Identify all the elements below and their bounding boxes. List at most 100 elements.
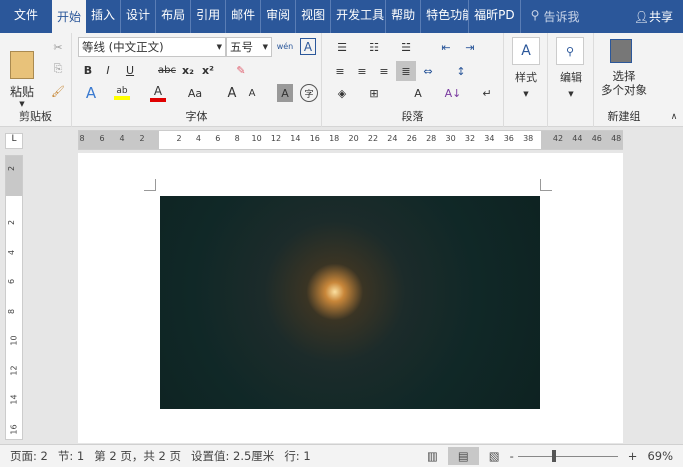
superscript-button[interactable]: x² bbox=[200, 61, 216, 79]
collapse-ribbon-icon[interactable]: ∧ bbox=[668, 111, 680, 123]
zoom-level[interactable]: 69% bbox=[647, 449, 673, 463]
shrink-font-button[interactable]: A bbox=[244, 83, 260, 103]
copy-icon[interactable]: ⎘ bbox=[48, 59, 68, 79]
tab-references[interactable]: 引用 bbox=[191, 0, 227, 33]
change-case-button[interactable]: Aa bbox=[184, 83, 206, 103]
char-shading-button[interactable]: A bbox=[277, 84, 293, 102]
highlight-color-bar bbox=[114, 96, 130, 100]
sparkler-photo[interactable] bbox=[160, 196, 540, 409]
italic-button[interactable]: I bbox=[100, 61, 116, 79]
format-painter-icon[interactable]: 🖌︎ bbox=[48, 81, 68, 101]
tab-review[interactable]: 审阅 bbox=[261, 0, 297, 33]
subscript-button[interactable]: x₂ bbox=[180, 61, 196, 79]
tab-file[interactable]: 文件 bbox=[0, 0, 52, 33]
find-icon[interactable]: ⚲ bbox=[556, 37, 584, 65]
justify-icon[interactable]: ≣ bbox=[396, 61, 416, 81]
ruler-tick-label: 18 bbox=[329, 134, 340, 143]
horizontal-ruler[interactable]: 8 6 4 2 2 4 6 8 10 12 14 16 18 20 22 24 26 28 30 32 34 36 38 42… bbox=[78, 130, 623, 150]
highlight-button[interactable]: ab bbox=[112, 83, 132, 103]
char-border-icon[interactable]: A bbox=[300, 38, 316, 55]
bold-button[interactable]: B bbox=[80, 61, 96, 79]
web-layout-icon[interactable]: ▧ bbox=[489, 449, 500, 463]
zoom-in-button[interactable]: + bbox=[628, 449, 638, 463]
status-setting[interactable]: 设置值: 2.5厘米 bbox=[191, 448, 274, 464]
styles-icon[interactable]: A bbox=[512, 37, 540, 65]
ruler-tick-label: 42 bbox=[552, 134, 564, 143]
tab-design[interactable]: 设计 bbox=[121, 0, 157, 33]
ruler-tick-label: 44 bbox=[572, 134, 583, 143]
shading-icon[interactable]: ◈ bbox=[330, 83, 354, 103]
vertical-scrollbar[interactable] bbox=[650, 153, 683, 443]
tab-mailings[interactable]: 邮件 bbox=[226, 0, 262, 33]
ruler-tick-label: 2 bbox=[7, 219, 17, 226]
zoom-slider[interactable] bbox=[517, 449, 618, 462]
zoom-out-button[interactable]: - bbox=[510, 449, 514, 463]
font-size-select[interactable]: 五号 ▼ bbox=[226, 37, 272, 57]
borders-icon[interactable]: ⊞ bbox=[362, 83, 386, 103]
enclose-chars-button[interactable]: 字 bbox=[300, 84, 318, 102]
strikethrough-button[interactable]: abc bbox=[156, 61, 178, 79]
phonetic-guide-icon[interactable]: wén bbox=[276, 36, 294, 56]
line-spacing-icon[interactable]: ↕ bbox=[448, 61, 474, 81]
clear-formatting-icon[interactable]: ✎ bbox=[232, 61, 250, 79]
ruler-tick-label: 20 bbox=[348, 134, 359, 143]
numbering-icon[interactable]: ☷ bbox=[362, 37, 386, 57]
grow-font-button[interactable]: A bbox=[224, 83, 240, 103]
select-objects-icon bbox=[610, 39, 632, 63]
text-effects-icon[interactable]: A bbox=[80, 83, 102, 103]
print-layout-icon[interactable]: ▤ bbox=[447, 447, 479, 465]
tell-me-search[interactable]: ⚲ 告诉我 bbox=[531, 8, 580, 25]
multilevel-list-icon[interactable]: ☱ bbox=[394, 37, 418, 57]
tab-layout[interactable]: 布局 bbox=[156, 0, 192, 33]
align-right-icon[interactable]: ≡ bbox=[374, 61, 394, 81]
vertical-ruler[interactable]: 2 2 4 6 8 10 12 14 16 bbox=[5, 155, 23, 440]
ruler-tick-label: 6 bbox=[99, 134, 105, 143]
asian-layout-icon[interactable]: A bbox=[406, 83, 430, 103]
ruler-tick-label: 8 bbox=[234, 134, 240, 143]
ruler-tick-label: 8 bbox=[79, 134, 85, 143]
tab-features[interactable]: 特色功能 bbox=[421, 0, 470, 33]
tab-developer[interactable]: 开发工具 bbox=[331, 0, 387, 33]
align-center-icon[interactable]: ≡ bbox=[352, 61, 372, 81]
clipboard-icon bbox=[10, 50, 34, 79]
ruler-tick-label: 6 bbox=[7, 278, 17, 285]
tab-home[interactable]: 开始 bbox=[52, 0, 87, 33]
font-name-select[interactable]: 等线 (中文正文) ▼ bbox=[78, 37, 226, 57]
share-button[interactable]: 👤︎共享 bbox=[634, 8, 673, 25]
ruler-tick-label: 26 bbox=[406, 134, 417, 143]
increase-indent-icon[interactable]: ⇥ bbox=[460, 37, 480, 57]
tell-me-label: 告诉我 bbox=[543, 10, 580, 24]
tab-foxit[interactable]: 福昕PD bbox=[469, 0, 521, 33]
read-mode-icon[interactable]: ▥ bbox=[427, 449, 438, 463]
sort-icon[interactable]: A↓ bbox=[444, 83, 462, 103]
tab-view[interactable]: 视图 bbox=[296, 0, 332, 33]
clipboard-label: 剪贴板 bbox=[19, 110, 52, 123]
new-group: 选择 多个对象 新建组 bbox=[594, 33, 654, 127]
status-line[interactable]: 行: 1 bbox=[284, 448, 310, 464]
styles-button[interactable]: 样式 bbox=[508, 69, 544, 85]
tab-insert[interactable]: 插入 bbox=[86, 0, 122, 33]
status-section[interactable]: 节: 1 bbox=[58, 448, 84, 464]
ruler-tick-label: 34 bbox=[484, 134, 495, 143]
ruler-tick-label: 48 bbox=[611, 134, 622, 143]
editing-button[interactable]: 编辑 bbox=[552, 69, 590, 85]
distributed-icon[interactable]: ⇔ bbox=[418, 61, 438, 81]
bullets-icon[interactable]: ☰ bbox=[330, 37, 354, 57]
status-page[interactable]: 页面: 2 bbox=[10, 448, 48, 464]
font-color-button[interactable]: A bbox=[148, 83, 168, 103]
ruler-tick-label: 28 bbox=[426, 134, 437, 143]
align-left-icon[interactable]: ≡ bbox=[330, 61, 350, 81]
underline-button[interactable]: U bbox=[122, 61, 138, 79]
status-page-count[interactable]: 第 2 页，共 2 页 bbox=[94, 448, 181, 464]
tab-stop-selector[interactable]: L bbox=[5, 133, 23, 149]
ribbon-tabs: 文件 开始 插入 设计 布局 引用 邮件 审阅 视图 开发工具 帮助 特色功能 … bbox=[0, 0, 683, 33]
tab-help[interactable]: 帮助 bbox=[386, 0, 422, 33]
paragraph-label: 段落 bbox=[401, 110, 424, 123]
cut-icon[interactable]: ✂ bbox=[48, 37, 68, 57]
decrease-indent-icon[interactable]: ⇤ bbox=[436, 37, 456, 57]
multiple-objects-label: 多个对象 bbox=[601, 83, 647, 97]
show-marks-icon[interactable]: ↵ bbox=[478, 83, 496, 103]
paste-button[interactable]: 粘贴 ▼ bbox=[6, 39, 38, 119]
select-objects-button[interactable]: 选择 bbox=[596, 69, 652, 83]
ruler-tick-label: 32 bbox=[464, 134, 476, 143]
